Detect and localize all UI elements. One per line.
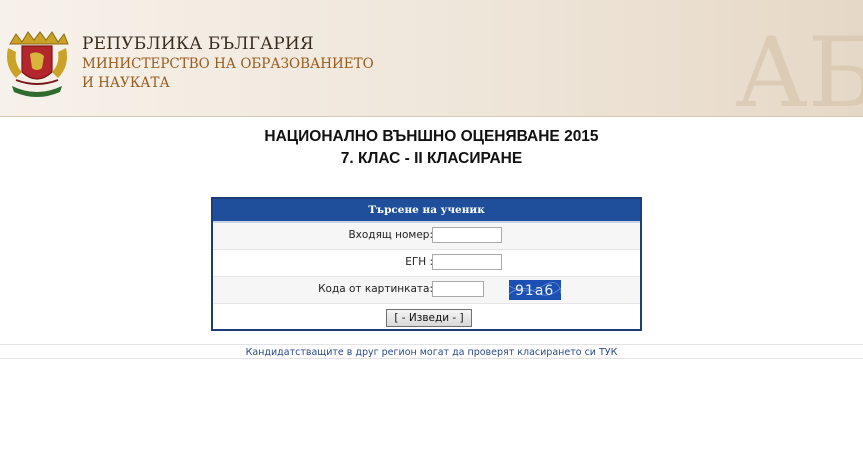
search-form-title: Търсене на ученик — [213, 199, 640, 223]
site-header: РЕПУБЛИКА БЪЛГАРИЯ МИНИСТЕРСТВО НА ОБРАЗ… — [0, 0, 863, 117]
captcha-row: Кода от картинката: 91a6 — [213, 277, 640, 304]
ministry-title-line1: МИНИСТЕРСТВО НА ОБРАЗОВАНИЕТО — [82, 56, 374, 72]
captcha-label: Кода от картинката: — [318, 283, 433, 295]
incoming-number-input[interactable] — [432, 227, 502, 243]
egn-input[interactable] — [432, 254, 502, 270]
watermark-text: АБ — [735, 17, 863, 116]
submit-row: [ - Изведи - ] — [213, 304, 640, 332]
captcha-glyphs: 91a6 — [509, 282, 561, 299]
coat-of-arms-icon — [7, 31, 69, 97]
incoming-number-row: Входящ номер: — [213, 223, 640, 250]
republic-title: РЕПУБЛИКА БЪЛГАРИЯ — [82, 34, 314, 54]
egn-row: ЕГН : — [213, 250, 640, 277]
other-region-note[interactable]: Кандидатстващите в друг регион могат да … — [0, 347, 863, 358]
captcha-text: 91a6 — [515, 283, 554, 299]
page-heading-line2: 7. КЛАС - II КЛАСИРАНЕ — [340, 150, 523, 167]
alphabet-watermark-icon: АБ — [735, 17, 863, 116]
student-search-form: Търсене на ученик Входящ номер: ЕГН : Ко… — [211, 197, 642, 331]
footer-divider-bottom — [0, 358, 863, 359]
ministry-title-line2: И НАУКАТА — [82, 75, 170, 91]
page-heading-line1: НАЦИОНАЛНО ВЪНШНО ОЦЕНЯВАНЕ 2015 — [264, 128, 599, 145]
incoming-number-label: Входящ номер: — [348, 229, 433, 241]
egn-label: ЕГН : — [405, 256, 433, 268]
captcha-input[interactable] — [432, 281, 484, 297]
footer-divider-top — [0, 344, 863, 345]
submit-button[interactable]: [ - Изведи - ] — [386, 309, 472, 327]
captcha-image: 91a6 — [509, 280, 561, 300]
